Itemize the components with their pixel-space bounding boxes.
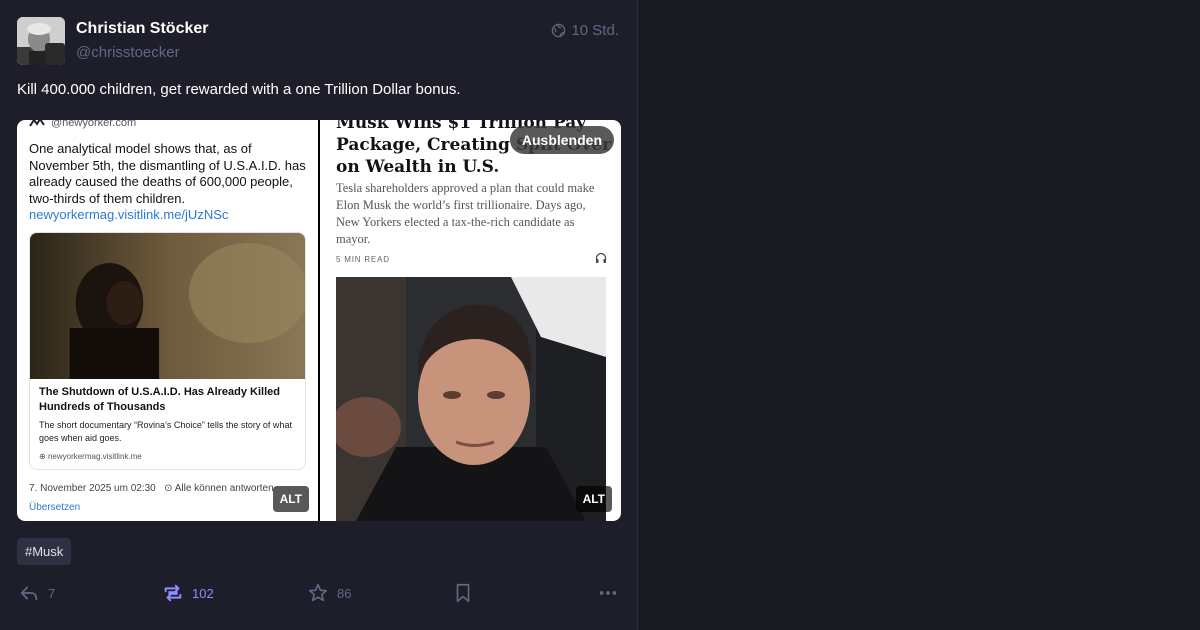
preview-domain: ⊕ newyorkermag.visitlink.me bbox=[39, 452, 142, 461]
headphones-icon bbox=[595, 252, 607, 263]
post-meta[interactable]: 10 Std. bbox=[551, 22, 619, 39]
article-subhead: Tesla shareholders approved a plan that … bbox=[336, 181, 595, 246]
embedded-link: newyorkermag.visitlink.me/jUzNSc bbox=[29, 207, 229, 222]
bookmark-button[interactable] bbox=[452, 582, 474, 604]
link-preview-card: The Shutdown of U.S.A.I.D. Has Already K… bbox=[29, 232, 306, 470]
translate-link: Übersetzen bbox=[29, 502, 81, 513]
embedded-post-text: One analytical model shows that, as of N… bbox=[29, 141, 306, 222]
favourite-count: 86 bbox=[337, 585, 352, 601]
more-options-button[interactable] bbox=[597, 582, 619, 604]
reply-button[interactable]: 7 bbox=[18, 582, 55, 604]
preview-image bbox=[30, 233, 305, 379]
globe-icon bbox=[552, 23, 566, 38]
media-gallery: @newyorker.com One analytical model show… bbox=[17, 120, 621, 521]
read-time: 5 MIN READ bbox=[336, 255, 390, 264]
account-handle[interactable]: @chrisstoecker bbox=[76, 44, 180, 61]
boost-count: 102 bbox=[192, 585, 214, 601]
action-bar: 7 102 86 bbox=[18, 582, 620, 606]
display-name[interactable]: Christian Stöcker bbox=[76, 20, 208, 38]
post-timestamp: 10 Std. bbox=[571, 22, 619, 39]
newyorker-logo-icon bbox=[29, 120, 45, 127]
favourite-button[interactable]: 86 bbox=[307, 582, 351, 604]
star-icon bbox=[308, 583, 328, 602]
boost-icon bbox=[164, 584, 182, 602]
source-domain: @newyorker.com bbox=[29, 120, 136, 129]
hide-media-button[interactable]: Ausblenden bbox=[509, 126, 614, 154]
bookmark-icon bbox=[456, 583, 470, 603]
post-content: Kill 400.000 children, get rewarded with… bbox=[17, 81, 461, 98]
hashtag-link[interactable]: #Musk bbox=[17, 538, 72, 565]
more-icon bbox=[599, 591, 617, 595]
boost-button[interactable]: 102 bbox=[162, 582, 214, 604]
reply-icon bbox=[20, 586, 38, 601]
embedded-post-date: 7. November 2025 um 02:30 ⊙ Alle können … bbox=[29, 483, 274, 494]
article-photo bbox=[336, 277, 606, 521]
audience-icon: ⊙ bbox=[158, 483, 175, 494]
alt-badge[interactable]: ALT bbox=[272, 486, 309, 512]
alt-badge[interactable]: ALT bbox=[575, 486, 612, 512]
status-post: Christian Stöcker @chrisstoecker 10 Std.… bbox=[0, 0, 638, 630]
avatar[interactable] bbox=[17, 17, 65, 65]
preview-description: The short documentary “Rovina’s Choice” … bbox=[39, 420, 292, 443]
media-item-nytimes[interactable]: Musk Wins $1 Trillion Pay Package, Creat… bbox=[320, 120, 621, 521]
preview-title: The Shutdown of U.S.A.I.D. Has Already K… bbox=[39, 386, 281, 413]
reply-count: 7 bbox=[48, 585, 56, 601]
media-item-newyorker[interactable]: @newyorker.com One analytical model show… bbox=[17, 120, 318, 521]
